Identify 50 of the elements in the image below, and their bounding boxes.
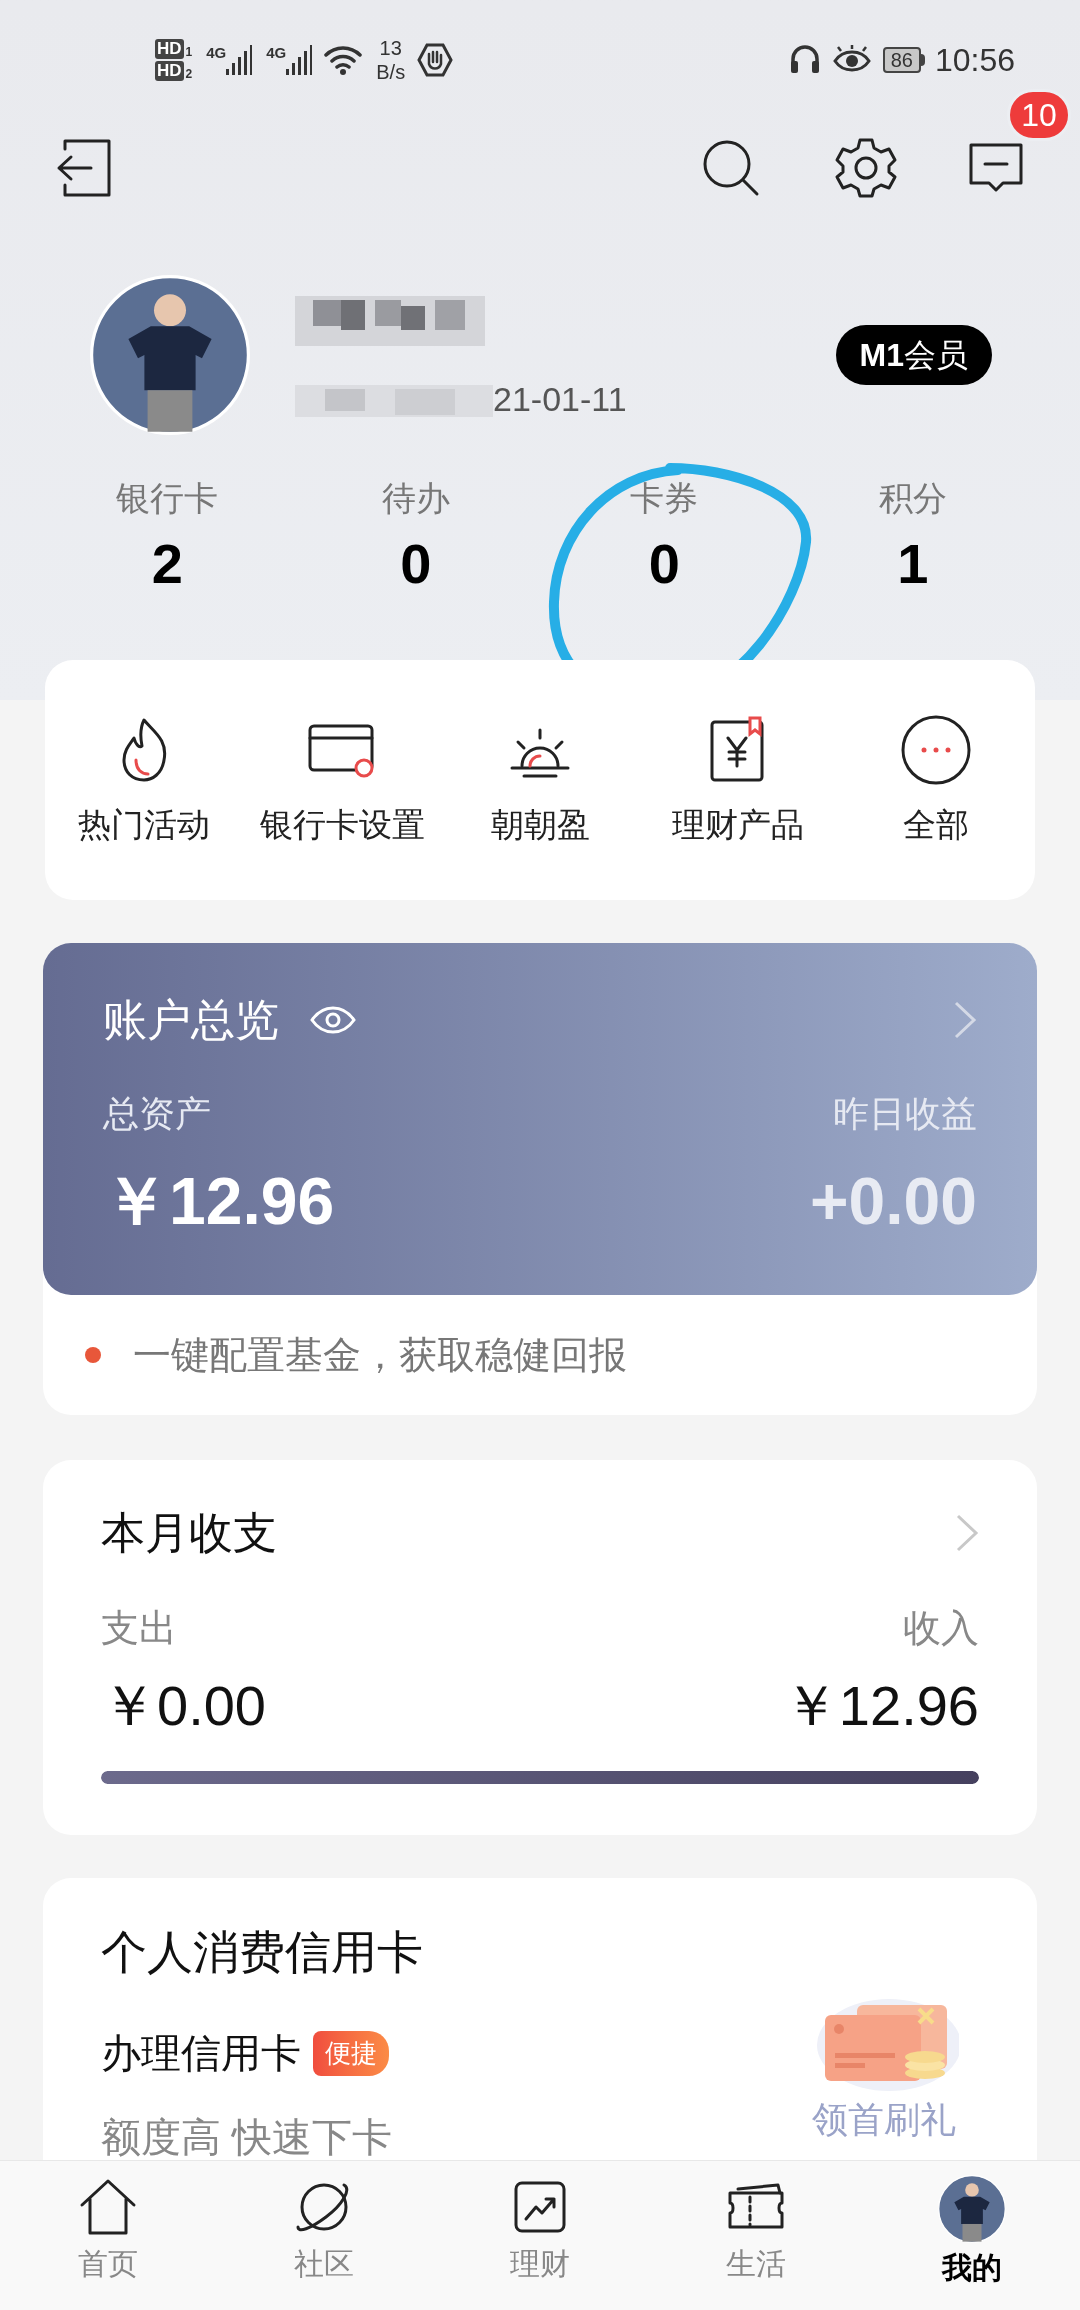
yesterday-earnings-label: 昨日收益 <box>833 1092 977 1136</box>
section-title: 本月收支 <box>101 1507 277 1559</box>
shortcut-label[interactable]: 全部 <box>903 800 969 850</box>
stat-label[interactable]: 银行卡 <box>116 473 219 524</box>
wifi-icon <box>324 45 363 75</box>
network-speed-unit: B/s <box>376 60 406 84</box>
profile-avatar-icon <box>938 2175 1006 2243</box>
hd-label: HD <box>155 39 184 59</box>
sim-slot-label: 2 <box>185 67 193 81</box>
stat-label[interactable]: 卡券 <box>630 473 699 524</box>
account-overview-card[interactable]: 账户总览 总资产 昨日收益 ￥12.96 +0.00 <box>43 943 1037 1295</box>
total-assets-value: ￥12.96 <box>103 1163 335 1240</box>
shortcut-label[interactable]: 银行卡设置 <box>259 800 425 850</box>
membership-badge[interactable]: M1会员 <box>835 325 992 385</box>
income-value: ￥12.96 <box>782 1673 979 1739</box>
network-speed-value: 13 <box>379 36 402 60</box>
expense-label: 支出 <box>101 1606 177 1651</box>
shortcut-label[interactable]: 理财产品 <box>672 800 804 850</box>
card-title: 账户总览 <box>103 994 279 1046</box>
promo-tip[interactable]: 一键配置基金，获取稳健回报 <box>133 1326 627 1384</box>
stat-value[interactable]: 1 <box>897 528 929 600</box>
shortcut-label[interactable]: 热门活动 <box>78 800 210 850</box>
hand-shield-icon <box>417 42 454 78</box>
message-icon[interactable] <box>967 142 1025 193</box>
battery-indicator: 86 <box>882 47 925 73</box>
income-label: 收入 <box>903 1606 979 1651</box>
credit-card-offer-title[interactable]: 办理信用卡 <box>101 2023 301 2083</box>
signal-icon <box>286 45 313 75</box>
expense-value: ￥0.00 <box>101 1673 266 1739</box>
section-title: 个人消费信用卡 <box>101 1925 424 1980</box>
stat-value[interactable]: 0 <box>648 528 680 600</box>
convenient-tag: 便捷 <box>313 2030 389 2076</box>
clock-time: 10:56 <box>934 41 1015 80</box>
stat-value[interactable]: 2 <box>151 528 183 600</box>
stat-label[interactable]: 积分 <box>878 473 947 524</box>
sim-slot-label: 1 <box>185 45 193 59</box>
notification-badge: 10 <box>1007 88 1071 141</box>
stat-label[interactable]: 待办 <box>381 473 450 524</box>
network-type-label: 4G <box>266 45 287 61</box>
yesterday-earnings-value: +0.00 <box>810 1163 977 1240</box>
date-text: 21-01-11 <box>493 378 627 420</box>
hd-label: HD <box>155 61 184 81</box>
signal-icon <box>226 45 253 75</box>
eye-icon[interactable] <box>309 1004 357 1036</box>
total-assets-label: 总资产 <box>103 1092 211 1136</box>
nav-tab[interactable]: 我的 <box>864 2175 1080 2310</box>
credit-card-offer-subtitle: 额度高 快速下卡 <box>101 2114 394 2161</box>
network-type-label: 4G <box>206 45 227 61</box>
stat-value[interactable]: 0 <box>400 528 432 600</box>
shortcut-label[interactable]: 朝朝盈 <box>490 800 590 850</box>
